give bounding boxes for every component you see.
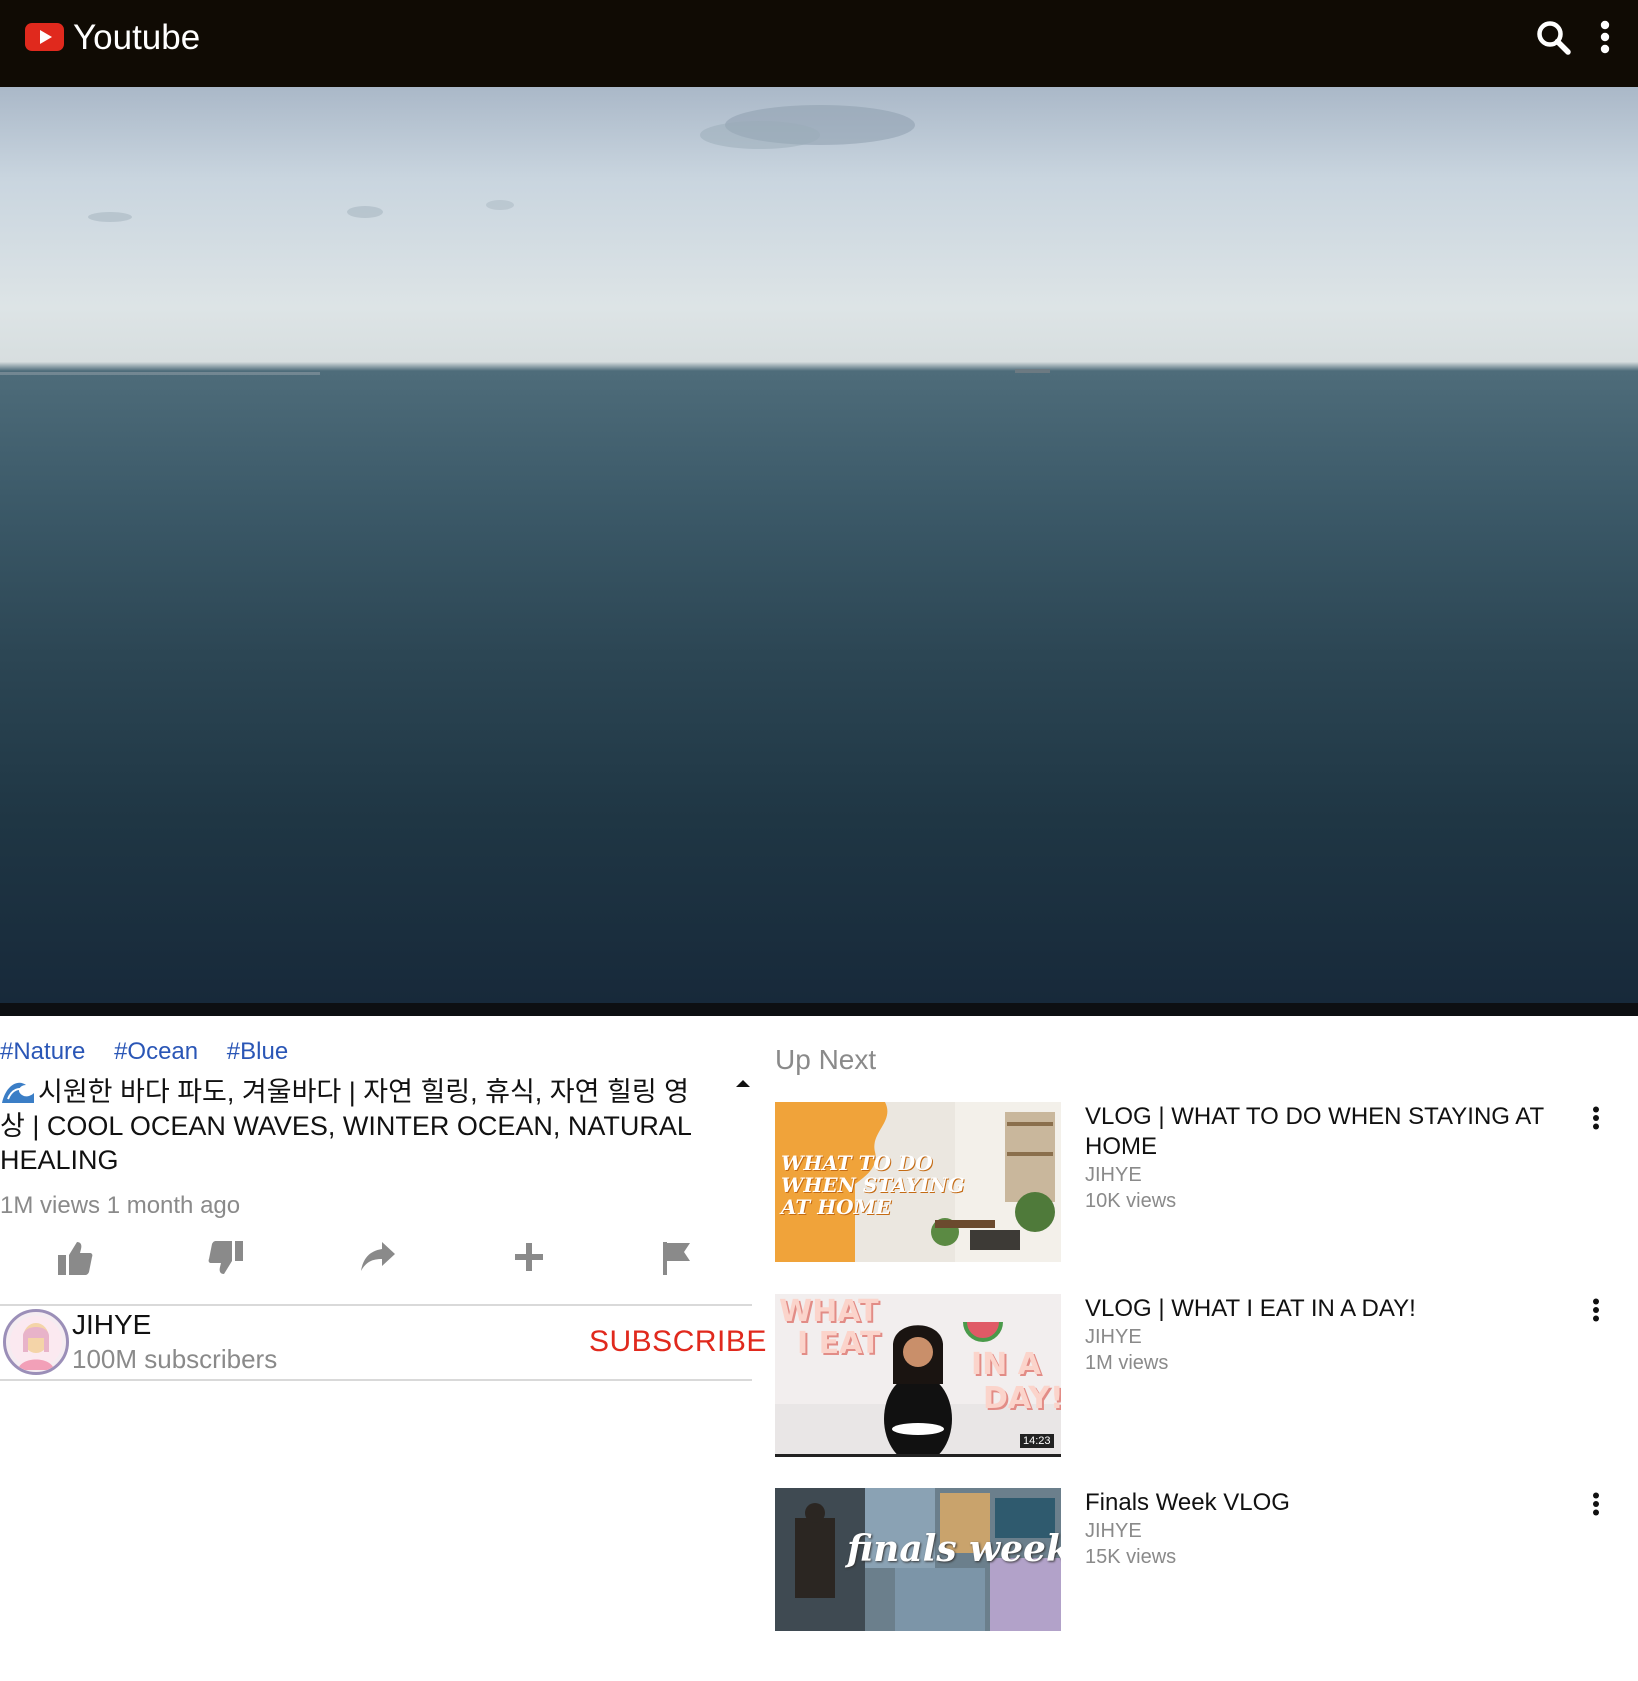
collapse-description-icon[interactable] [736, 1078, 750, 1088]
up-next-channel: JIHYE [1085, 1326, 1142, 1348]
hashtag-list: #Nature #Ocean #Blue [0, 1038, 310, 1066]
app-title: Youtube [73, 18, 201, 57]
channel-avatar[interactable] [3, 1309, 69, 1375]
player-progress-bar[interactable] [0, 1003, 1638, 1016]
dislike-icon[interactable] [208, 1240, 244, 1276]
thumbnail-caption-line: WHAT [779, 1294, 879, 1329]
share-icon[interactable] [360, 1240, 396, 1274]
thumbnail-caption: finals week. [847, 1528, 1061, 1570]
up-next-views: 10K views [1085, 1190, 1177, 1212]
up-next-item[interactable]: WHAT I EAT IN A DAY! 14:23 VLOG | WHAT I… [775, 1294, 1615, 1457]
up-next-channel: JIHYE [1085, 1520, 1142, 1542]
thumbnail-caption: IN A DAY! [971, 1348, 1061, 1416]
more-options-icon[interactable] [1598, 20, 1612, 54]
avatar-illustration-icon [10, 1316, 62, 1370]
item-more-options-icon[interactable] [1591, 1298, 1601, 1322]
video-duration: 14:23 [1020, 1434, 1054, 1448]
like-icon[interactable] [57, 1240, 93, 1276]
video-title-text: 시원한 바다 파도, 겨울바다 | 자연 힐링, 휴식, 자연 힐링 영상 | … [0, 1077, 691, 1175]
divider [0, 1304, 752, 1306]
item-more-options-icon[interactable] [1591, 1492, 1601, 1516]
add-to-playlist-icon[interactable] [512, 1240, 546, 1274]
video-player[interactable] [0, 87, 1638, 1003]
hashtag-link[interactable]: #Nature [0, 1038, 85, 1065]
up-next-title: VLOG | WHAT TO DO WHEN STAYING AT HOME [1085, 1103, 1544, 1160]
thumbnail-caption: WHAT I EAT [779, 1296, 880, 1360]
thumbnail-caption-line: IN A [971, 1347, 1041, 1382]
up-next-views: 1M views [1085, 1352, 1169, 1374]
video-title: 시원한 바다 파도, 겨울바다 | 자연 힐링, 휴식, 자연 힐링 영상 | … [0, 1075, 705, 1177]
video-thumbnail[interactable]: WHAT TO DO WHEN STAYING AT HOME [775, 1102, 1061, 1262]
subscribe-button[interactable]: SUBSCRIBE [589, 1325, 767, 1359]
video-thumbnail[interactable]: finals week. [775, 1488, 1061, 1631]
flag-icon[interactable] [661, 1240, 693, 1276]
up-next-title: Finals Week VLOG [1085, 1489, 1290, 1516]
thumbnail-caption-line: WHEN STAYING [781, 1173, 965, 1197]
video-meta: 1M views 1 month ago [0, 1192, 241, 1219]
youtube-logo-icon[interactable] [25, 23, 64, 51]
up-next-info: VLOG | WHAT TO DO WHEN STAYING AT HOME J… [1085, 1102, 1545, 1214]
divider [0, 1379, 752, 1381]
hashtag-link[interactable]: #Ocean [114, 1038, 198, 1065]
wave-emoji-icon [2, 1082, 34, 1103]
thumbnail-caption-line: DAY! [983, 1381, 1061, 1416]
search-icon[interactable] [1536, 20, 1572, 56]
video-frame [0, 105, 1050, 375]
up-next-title: VLOG | WHAT I EAT IN A DAY! [1085, 1295, 1416, 1322]
thumbnail-caption: WHAT TO DO WHEN STAYING AT HOME [781, 1152, 965, 1218]
subscriber-count: 100M subscribers [72, 1344, 278, 1374]
up-next-channel: JIHYE [1085, 1164, 1142, 1186]
up-next-item[interactable]: finals week. Finals Week VLOG JIHYE 15K … [775, 1488, 1615, 1631]
action-bar [0, 1240, 752, 1290]
thumbnail-caption-line: I EAT [797, 1326, 881, 1361]
up-next-views: 15K views [1085, 1546, 1177, 1568]
channel-name[interactable]: JIHYE [72, 1309, 151, 1341]
video-thumbnail[interactable]: WHAT I EAT IN A DAY! 14:23 [775, 1294, 1061, 1457]
app-bar: Youtube [0, 0, 1638, 87]
up-next-heading: Up Next [775, 1044, 877, 1075]
hashtag-link[interactable]: #Blue [227, 1038, 288, 1065]
up-next-info: VLOG | WHAT I EAT IN A DAY! JIHYE 1M vie… [1085, 1294, 1545, 1376]
item-more-options-icon[interactable] [1591, 1106, 1601, 1130]
thumbnail-caption-line: AT HOME [781, 1195, 891, 1219]
up-next-info: Finals Week VLOG JIHYE 15K views [1085, 1488, 1545, 1570]
thumbnail-caption-line: WHAT TO DO [781, 1151, 933, 1175]
up-next-item[interactable]: WHAT TO DO WHEN STAYING AT HOME VLOG | W… [775, 1102, 1615, 1262]
